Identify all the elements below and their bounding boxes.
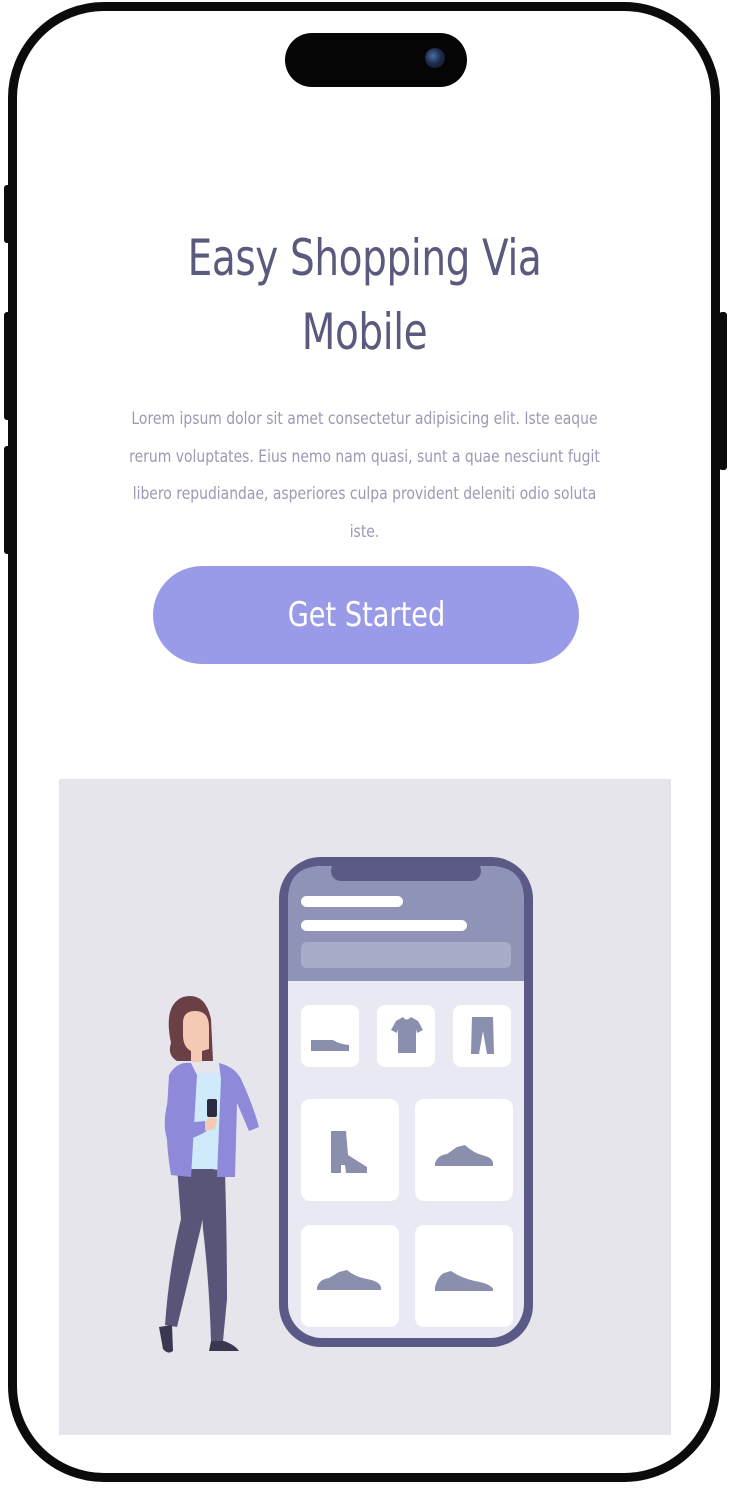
power-button <box>719 312 727 470</box>
hero-illustration <box>59 779 671 1435</box>
woman-jacket-right <box>217 1063 259 1177</box>
phone-frame: Easy Shopping Via Mobile Lorem ipsum dol… <box>8 2 720 1482</box>
get-started-button[interactable]: Get Started <box>153 566 579 664</box>
woman-right-leg <box>199 1167 227 1341</box>
hero-title: Easy Shopping Via Mobile <box>187 229 542 361</box>
get-started-label: Get Started <box>287 595 445 635</box>
illustration-phone-notch <box>331 861 481 881</box>
woman-left-shoe <box>159 1325 173 1353</box>
illustration-header-line-1 <box>301 896 403 907</box>
illustration-header-line-2 <box>301 920 467 931</box>
illustration-search-bar <box>301 942 511 968</box>
shopping-illustration-svg <box>159 857 533 1353</box>
woman-left-leg <box>165 1167 206 1327</box>
product-tile <box>415 1225 513 1327</box>
woman-phone <box>207 1099 217 1117</box>
camera-lens-icon <box>425 48 445 68</box>
hero-description: Lorem ipsum dolor sit amet consectetur a… <box>129 409 600 542</box>
woman-right-shoe <box>209 1341 239 1351</box>
illustration-phone <box>279 857 533 1347</box>
phone-screen: Easy Shopping Via Mobile Lorem ipsum dol… <box>17 11 711 1473</box>
product-tile <box>301 1099 399 1201</box>
dynamic-island <box>285 33 467 87</box>
woman-figure <box>159 995 259 1353</box>
product-tile <box>301 1005 359 1067</box>
